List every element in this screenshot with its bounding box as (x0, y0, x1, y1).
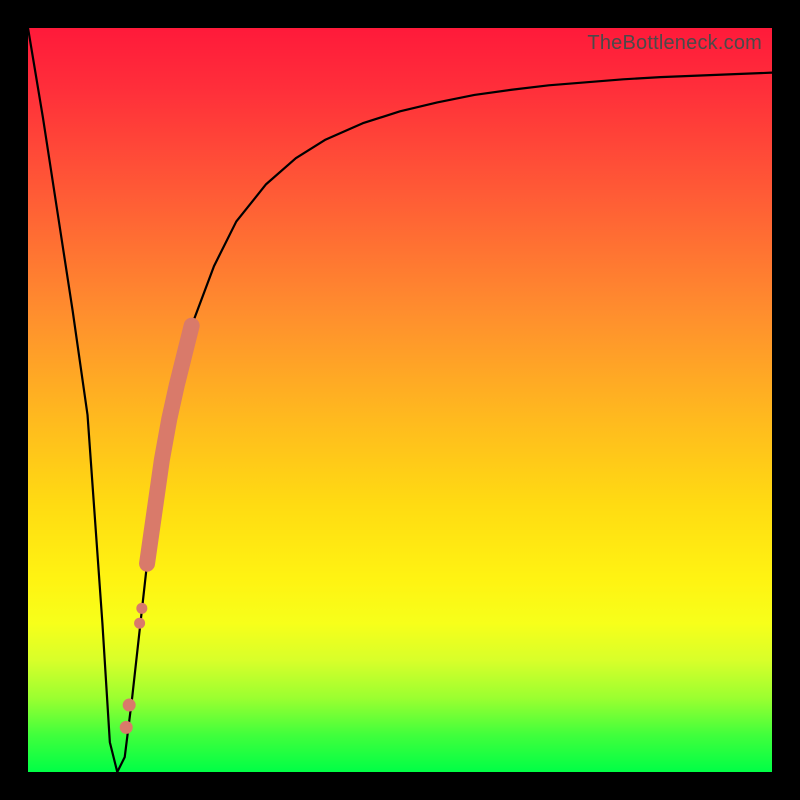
highlight-dot (136, 603, 147, 614)
highlight-thick-segment (147, 326, 192, 564)
bottleneck-curve (28, 28, 772, 772)
curve-layer (28, 28, 772, 772)
highlight-points (120, 326, 192, 734)
highlight-dot (134, 618, 145, 629)
highlight-dot (123, 699, 136, 712)
chart-container: TheBottleneck.com (0, 0, 800, 800)
highlight-dot (120, 721, 133, 734)
plot-area: TheBottleneck.com (28, 28, 772, 772)
